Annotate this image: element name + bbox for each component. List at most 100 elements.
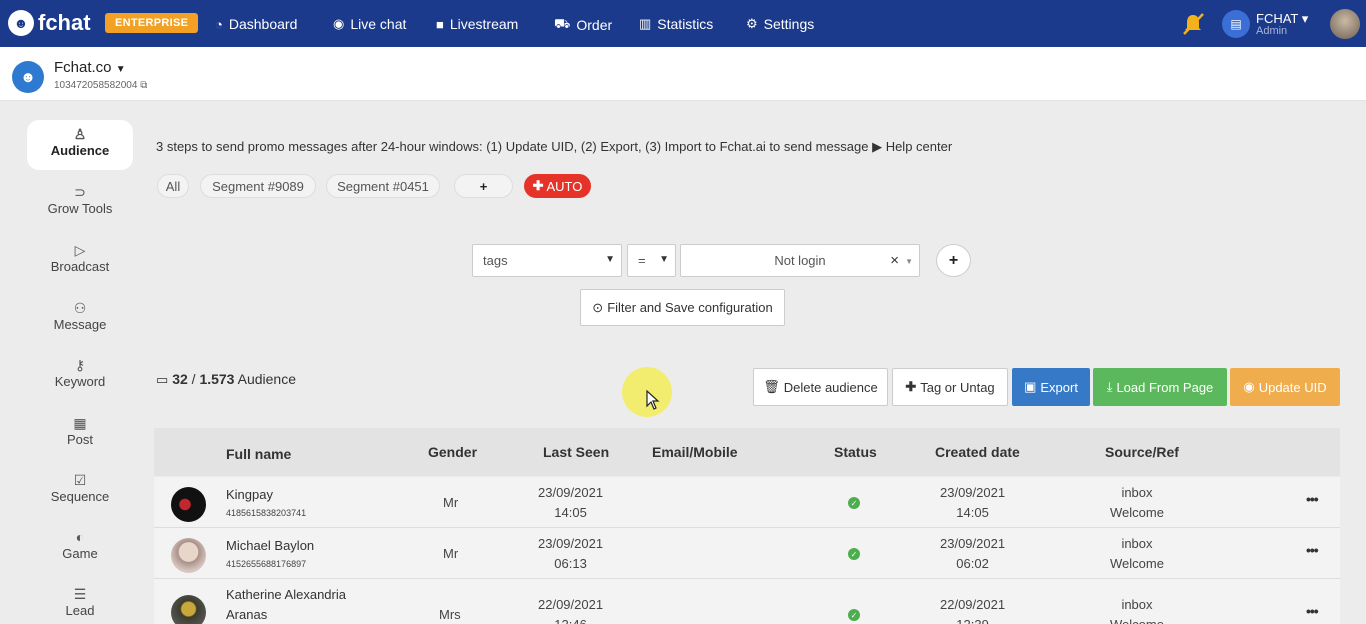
nav-settings-label: Settings <box>763 16 815 32</box>
row-created-date: 22/09/2021 <box>940 597 1006 612</box>
nav-live-chat-label: Live chat <box>350 16 407 32</box>
row-created: 23/09/2021 14:05 <box>940 483 1005 523</box>
row-last-seen: 22/09/2021 12:46 <box>538 595 603 624</box>
more-options-icon[interactable]: ••• <box>1306 491 1319 507</box>
cart-icon: ⛟ <box>554 16 571 31</box>
help-center-link[interactable]: ▶ Help center <box>872 139 952 154</box>
row-gender: Mr <box>443 495 459 510</box>
sidebar-item-sequence[interactable]: ☑ Sequence <box>27 466 133 516</box>
row-gender: Mr <box>443 546 459 561</box>
clear-icon[interactable]: × <box>890 252 899 269</box>
filter-field-value: tags <box>483 253 508 268</box>
update-uid-button[interactable]: ◉ Update UID <box>1230 368 1340 406</box>
filter-operator-select[interactable]: = ▼ <box>627 244 676 277</box>
load-from-page-button[interactable]: ⤓ Load From Page <box>1093 368 1227 406</box>
more-options-icon[interactable]: ••• <box>1306 603 1319 619</box>
row-last-seen-time: 12:46 <box>538 615 603 624</box>
page-avatar[interactable]: ☻ <box>12 61 44 93</box>
filter-field-select[interactable]: tags ▼ <box>472 244 622 277</box>
nav-dashboard-label: Dashboard <box>228 16 298 32</box>
table-row[interactable]: Katherine Alexandria Aranas Mrs 22/09/20… <box>154 579 1340 624</box>
table-row[interactable]: Kingpay 4185615838203741 Mr 23/09/2021 1… <box>154 477 1340 528</box>
trash-icon: 🗑 <box>763 379 780 394</box>
sidebar-item-broadcast[interactable]: ▷ Broadcast <box>27 236 133 286</box>
avatar <box>171 595 206 624</box>
bell-off-icon[interactable] <box>1180 11 1206 37</box>
sidebar-item-post[interactable]: ▦ Post <box>27 409 133 459</box>
nav-dashboard[interactable]: ◔ Dashboard <box>215 16 297 32</box>
filter-save-button[interactable]: ⊙ Filter and Save configuration <box>580 289 785 326</box>
row-name[interactable]: Kingpay <box>226 485 273 505</box>
col-status[interactable]: Status <box>834 444 877 460</box>
profile-avatar[interactable] <box>1330 9 1360 39</box>
add-segment-button[interactable]: + <box>454 174 513 198</box>
sidebar-item-grow-tools[interactable]: ⊃ Grow Tools <box>27 178 133 228</box>
message-icon: ⚇ <box>73 300 87 316</box>
segment-chip-0451[interactable]: Segment #0451 <box>326 174 440 198</box>
col-full-name[interactable]: Full name <box>226 446 291 462</box>
delete-audience-label: Delete audience <box>783 379 878 395</box>
gear-icon: ⚙ <box>746 16 758 31</box>
row-source-text: inbox <box>1121 485 1153 500</box>
audience-separator: / <box>191 371 196 387</box>
nav-statistics[interactable]: ▥ Statistics <box>639 16 713 32</box>
auto-segment-button[interactable]: ✚ AUTO <box>524 174 591 198</box>
nav-live-chat[interactable]: ◉ Live chat <box>333 16 406 32</box>
page-selector[interactable]: Fchat.co ▼ <box>54 59 126 76</box>
tag-untag-button[interactable]: ✚ Tag or Untag <box>892 368 1008 406</box>
calendar-check-icon: ☑ <box>73 472 87 488</box>
col-created-date[interactable]: Created date <box>935 444 1020 460</box>
row-created-date: 23/09/2021 <box>940 536 1006 551</box>
store-icon: ▤ <box>1222 10 1250 38</box>
nav-settings[interactable]: ⚙ Settings <box>746 16 814 32</box>
filter-value-select[interactable]: Not login × ▼ <box>680 244 920 277</box>
row-created-time: 12:39 <box>940 615 1005 624</box>
sidebar-item-audience[interactable]: ♙ Audience <box>27 120 133 170</box>
row-name[interactable]: Katherine Alexandria Aranas <box>226 585 376 624</box>
caret-down-icon: ▼ <box>115 64 126 75</box>
sidebar-item-label: Audience <box>50 143 110 158</box>
table-row[interactable]: Michael Baylon 4152655688176897 Mr 23/09… <box>154 528 1340 579</box>
segment-chip-9089[interactable]: Segment #9089 <box>200 174 316 198</box>
chevron-down-icon: ▼ <box>605 254 615 265</box>
copy-icon[interactable]: ⧉ <box>140 80 147 91</box>
status-ok-icon: ✓ <box>848 548 860 560</box>
sidebar-item-lead[interactable]: ☰ Lead <box>27 580 133 624</box>
export-button[interactable]: ▣ Export <box>1012 368 1090 406</box>
fchat-logo[interactable]: ☻ fchat <box>8 10 91 36</box>
status-ok-icon: ✓ <box>848 497 860 509</box>
delete-audience-button[interactable]: 🗑 Delete audience <box>753 368 888 406</box>
sidebar-item-keyword[interactable]: ⚷ Keyword <box>27 351 133 401</box>
col-last-seen[interactable]: Last Seen <box>543 444 609 460</box>
col-source-ref[interactable]: Source/Ref <box>1105 444 1179 460</box>
col-email-mobile[interactable]: Email/Mobile <box>652 444 738 460</box>
row-name[interactable]: Michael Baylon <box>226 536 314 556</box>
user-menu[interactable]: ▤ FCHAT ▾ Admin <box>1222 10 1308 38</box>
sidebar-item-label: Message <box>53 317 107 332</box>
sidebar-item-label: Sequence <box>50 489 110 504</box>
nav-order[interactable]: ⛟ Order <box>554 16 612 34</box>
sidebar-item-message[interactable]: ⚇ Message <box>27 294 133 344</box>
gamepad-icon: ◐ <box>75 529 85 545</box>
row-created-time: 14:05 <box>956 505 989 520</box>
sidebar-item-label: Post <box>66 432 93 447</box>
more-options-icon[interactable]: ••• <box>1306 542 1319 558</box>
promo-help-text: 3 steps to send promo messages after 24-… <box>156 139 952 155</box>
avatar <box>171 538 206 573</box>
row-ref-text: Welcome <box>1110 615 1164 624</box>
nav-livestream[interactable]: ■ Livestream <box>436 16 518 32</box>
add-filter-button[interactable]: + <box>936 244 971 277</box>
row-source: inbox Welcome <box>1110 595 1164 624</box>
audience-shown: 32 <box>172 371 188 387</box>
filter-value-text: Not login <box>774 253 826 268</box>
segment-chip-all[interactable]: All <box>157 174 189 198</box>
col-gender[interactable]: Gender <box>428 444 477 460</box>
sidebar-item-label: Lead <box>65 603 95 618</box>
row-last-seen: 23/09/2021 14:05 <box>538 483 603 523</box>
sidebar-item-game[interactable]: ◐ Game <box>27 523 133 573</box>
audience-table-header: Full name Gender Last Seen Email/Mobile … <box>154 428 1340 476</box>
enterprise-badge: ENTERPRISE <box>105 13 199 33</box>
video-icon: ■ <box>436 16 444 32</box>
row-created-date: 23/09/2021 <box>940 485 1006 500</box>
sidebar-item-label: Grow Tools <box>47 201 113 216</box>
